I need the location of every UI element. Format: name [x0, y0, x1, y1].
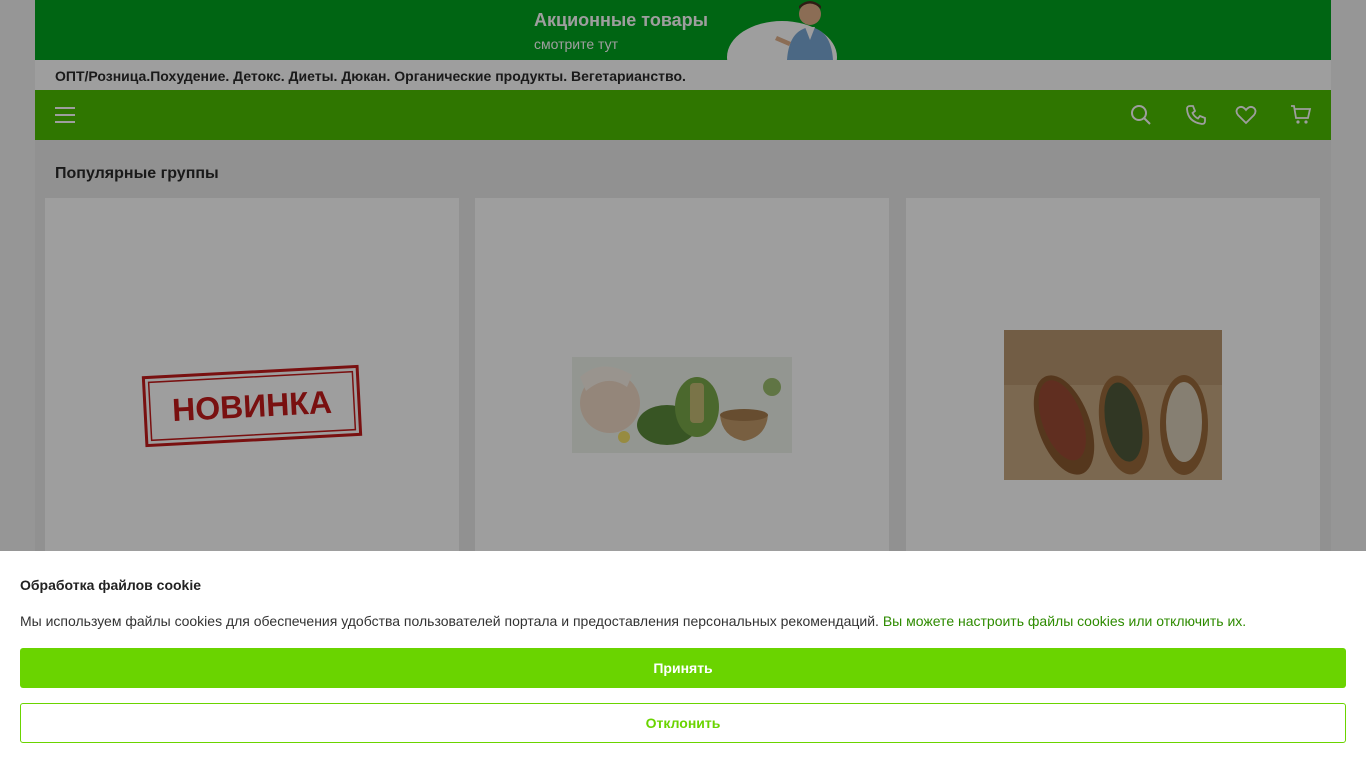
cookie-settings-link[interactable]: Вы можете настроить файлы cookies или от… — [883, 613, 1246, 629]
decline-cookies-button[interactable]: Отклонить — [20, 703, 1346, 743]
accept-cookies-button[interactable]: Принять — [20, 648, 1346, 688]
cookie-message-text: Мы используем файлы cookies для обеспече… — [20, 613, 879, 629]
cookie-consent-panel: Обработка файлов cookie Мы используем фа… — [0, 551, 1366, 768]
cookie-message: Мы используем файлы cookies для обеспече… — [20, 613, 1246, 629]
cookie-title: Обработка файлов cookie — [20, 577, 202, 593]
page: Акционные товары смотрите тут ОПТ/Розниц… — [0, 0, 1366, 768]
